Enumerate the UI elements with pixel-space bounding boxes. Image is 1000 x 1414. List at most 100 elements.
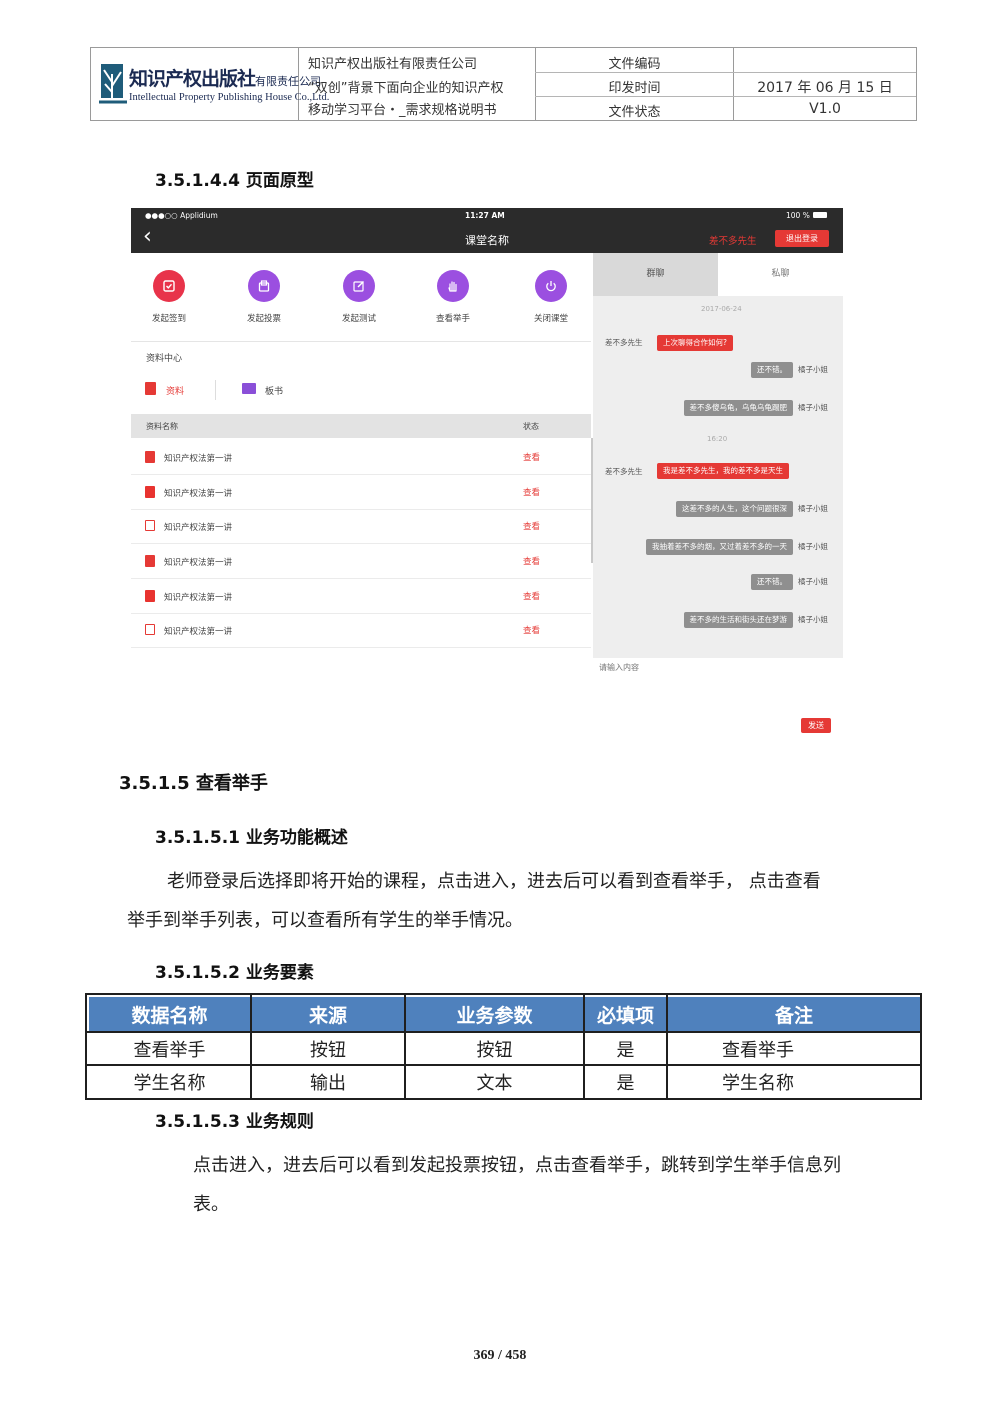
- start-test-button[interactable]: 发起测试: [324, 270, 394, 324]
- sender-name: 橘子小姐: [798, 504, 828, 513]
- table-cell: 按钮: [476, 1040, 513, 1061]
- view-file-link[interactable]: 查看: [523, 451, 540, 463]
- message-bubble: 还不错。: [751, 574, 793, 590]
- logo-tree-icon: [99, 64, 127, 104]
- table-header-cell: 业务参数: [406, 997, 583, 1031]
- table-cell: 查看举手: [133, 1040, 206, 1061]
- txt-file-icon: [145, 451, 155, 463]
- resource-center-title: 资料中心: [146, 354, 183, 364]
- pdf-file-icon: [145, 590, 155, 602]
- tab-board-notes-label: 板书: [265, 387, 284, 397]
- doc-status-value: V1.0: [809, 101, 841, 117]
- chat-time: 16:20: [707, 435, 728, 443]
- table-cell: 输出: [310, 1073, 346, 1094]
- logo-chinese-name: 知识产权出版社有限责任公司: [129, 68, 322, 90]
- file-name: 知识产权法第一讲: [164, 489, 233, 499]
- sender-name: 橘子小姐: [798, 542, 828, 551]
- project-title-line1: “双创”背景下面向企业的知识产权: [308, 81, 504, 96]
- file-name: 知识产权法第一讲: [164, 627, 233, 637]
- overview-text-line1: 老师登录后选择即将开始的课程，点击进入，进去后可以看到查看举手， 点击查看: [167, 871, 821, 892]
- table-cell: 是: [616, 1040, 635, 1061]
- back-icon[interactable]: ‹: [143, 224, 152, 250]
- start-vote-button[interactable]: 发起投票: [229, 270, 299, 324]
- pdf-file-icon: [145, 486, 155, 498]
- message-bubble: 差不多傻乌龟，乌龟乌龟踢肥: [683, 400, 793, 416]
- start-vote-label: 发起投票: [246, 314, 281, 324]
- doc-status-label: 文件状态: [608, 105, 661, 120]
- file-name: 知识产权法第一讲: [164, 454, 233, 464]
- heading-view-raised-hands: 3.5.1.5 查看举手: [119, 773, 268, 794]
- file-name: 知识产权法第一讲: [164, 523, 233, 533]
- carrier-text: ●●●○○ Applidium: [145, 211, 218, 220]
- send-button[interactable]: 发送: [801, 718, 831, 733]
- clock-text: 11:27 AM: [465, 211, 505, 220]
- table-header-cell: 必填项: [585, 997, 666, 1031]
- checkin-icon: [153, 270, 185, 302]
- table-cell: 学生名称: [722, 1073, 794, 1094]
- company-name: 知识产权出版社有限责任公司: [308, 57, 478, 72]
- message-bubble: 差不多的生活和街头还在梦游: [683, 612, 793, 628]
- table-header-cell: 数据名称: [89, 997, 250, 1031]
- tab-materials-label: 资料: [166, 387, 185, 397]
- view-file-link[interactable]: 查看: [523, 555, 540, 567]
- ppt-file-icon: [145, 520, 155, 531]
- print-time-label: 印发时间: [608, 81, 661, 96]
- heading-business-rules: 3.5.1.5.3 业务规则: [155, 1112, 314, 1132]
- file-row: 知识产权法第一讲 查看: [131, 544, 591, 579]
- page-number: 369 / 458: [473, 1348, 527, 1363]
- start-checkin-button[interactable]: 发起签到: [134, 270, 204, 324]
- file-name: 知识产权法第一讲: [164, 558, 233, 568]
- column-file-name: 资料名称: [146, 422, 178, 431]
- hand-icon: [437, 270, 469, 302]
- sender-name: 差不多先生: [605, 338, 643, 347]
- tab-group-chat[interactable]: 群聊: [593, 253, 718, 296]
- table-header-cell: 备注: [668, 997, 920, 1031]
- project-title-line2: 移动学习平台・_需求规格说明书: [308, 103, 497, 118]
- document-icon: [145, 382, 156, 395]
- tab-private-chat[interactable]: 私聊: [718, 253, 843, 296]
- sender-name: 橘子小姐: [798, 577, 828, 586]
- view-file-link[interactable]: 查看: [523, 590, 540, 602]
- battery-text: 100 %: [786, 211, 810, 220]
- view-raised-hands-button[interactable]: 查看举手: [418, 270, 488, 324]
- file-row: 知识产权法第一讲 查看: [131, 579, 591, 614]
- table-header-cell: 来源: [252, 997, 404, 1031]
- current-user-name: 差不多先生: [709, 236, 757, 247]
- message-bubble: 上次聊得合作如何?: [657, 335, 733, 351]
- logo-english-name: Intellectual Property Publishing House C…: [129, 92, 330, 103]
- power-icon: [535, 270, 567, 302]
- edit-icon: [343, 270, 375, 302]
- message-bubble: 我是差不多先生，我的差不多是天生: [657, 463, 789, 479]
- file-row: 知识产权法第一讲 查看: [131, 440, 591, 475]
- chat-panel: 群聊 私聊 2017-06-24 差不多先生 上次聊得合作如何? 还不错。 橘子…: [593, 253, 843, 740]
- close-classroom-label: 关闭课堂: [533, 314, 568, 324]
- table-cell: 查看举手: [722, 1040, 794, 1061]
- blackboard-icon: [242, 383, 256, 394]
- chat-date: 2017-06-24: [701, 305, 742, 313]
- message-bubble: 这差不多的人生，这个问题很深: [676, 501, 793, 517]
- view-file-link[interactable]: 查看: [523, 486, 540, 498]
- chat-message-input[interactable]: [597, 660, 839, 714]
- file-list-header: 资料名称 状态: [131, 414, 591, 438]
- logout-button[interactable]: 退出登录: [775, 230, 829, 247]
- sender-name: 橘子小姐: [798, 365, 828, 374]
- vote-icon: [248, 270, 280, 302]
- app-prototype-screenshot: ●●●○○ Applidium 11:27 AM 100 % ‹ 课堂名称 差不…: [131, 208, 843, 740]
- close-classroom-button[interactable]: 关闭课堂: [516, 270, 586, 324]
- sender-name: 橘子小姐: [798, 615, 828, 624]
- divider: [131, 341, 591, 342]
- table-cell: 文本: [476, 1073, 513, 1094]
- classroom-title: 课堂名称: [465, 234, 509, 247]
- chat-input-area: 发送: [593, 658, 843, 740]
- column-status: 状态: [523, 422, 539, 431]
- start-checkin-label: 发起签到: [151, 314, 186, 324]
- table-cell: 按钮: [310, 1040, 346, 1061]
- heading-function-overview: 3.5.1.5.1 业务功能概述: [155, 828, 348, 848]
- file-name: 知识产权法第一讲: [164, 593, 233, 603]
- view-file-link[interactable]: 查看: [523, 520, 540, 532]
- file-row: 知识产权法第一讲 查看: [131, 475, 591, 510]
- sender-name: 差不多先生: [605, 467, 643, 476]
- document-header: 知识产权出版社有限责任公司 Intellectual Property Publ…: [90, 47, 917, 121]
- view-file-link[interactable]: 查看: [523, 624, 540, 636]
- heading-business-elements: 3.5.1.5.2 业务要素: [155, 963, 314, 983]
